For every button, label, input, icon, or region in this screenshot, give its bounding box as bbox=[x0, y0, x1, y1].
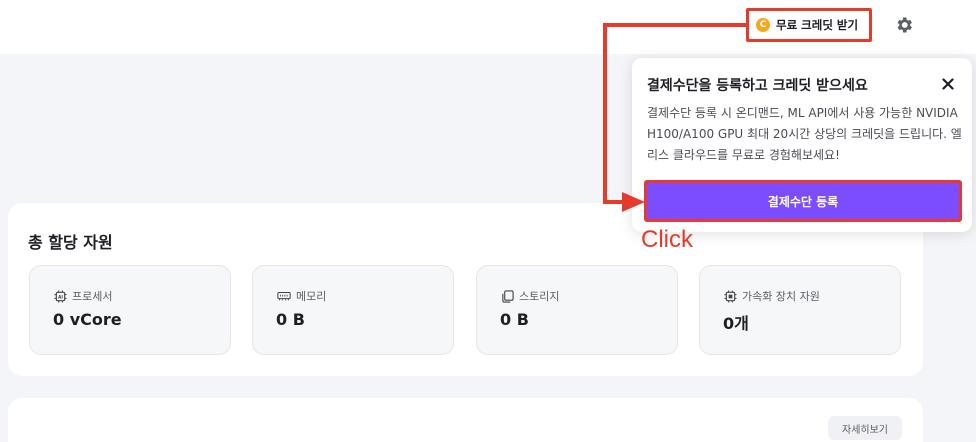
click-annotation: Click bbox=[641, 226, 693, 253]
storage-label: 스토리지 bbox=[519, 290, 560, 303]
payment-credit-popover: 결제수단을 등록하고 크레딧 받으세요 결제수단 등록 시 온디맨드, ML A… bbox=[632, 58, 972, 232]
processor-label: 프로세서 bbox=[72, 290, 113, 303]
cpu-ai-icon: AI bbox=[54, 289, 67, 303]
coin-icon: C bbox=[756, 18, 770, 32]
processor-resource-box: AI 프로세서 0 vCore bbox=[29, 265, 231, 355]
storage-resource-box: 스토리지 0 B bbox=[476, 265, 678, 355]
gear-icon[interactable] bbox=[892, 13, 916, 37]
memory-icon bbox=[277, 291, 291, 301]
close-icon[interactable] bbox=[937, 73, 959, 95]
storage-value: 0 B bbox=[500, 310, 529, 329]
accelerator-label: 가속화 장치 자원 bbox=[742, 290, 820, 303]
svg-text:AI: AI bbox=[58, 294, 63, 299]
memory-label: 메모리 bbox=[296, 290, 327, 303]
accelerator-resource-box: 가속화 장치 자원 0개 bbox=[699, 265, 901, 355]
register-payment-button[interactable]: 결제수단 등록 bbox=[644, 180, 962, 222]
top-bar: C 무료 크레딧 받기 bbox=[0, 0, 976, 54]
detail-button[interactable]: 자세히보기 bbox=[828, 416, 902, 440]
processor-value: 0 vCore bbox=[53, 310, 122, 329]
bottom-card: 자세히보기 bbox=[8, 398, 923, 442]
free-credit-label: 무료 크레딧 받기 bbox=[776, 18, 859, 32]
storage-icon bbox=[502, 289, 514, 303]
chip-icon bbox=[724, 289, 737, 303]
allocation-title: 총 할당 자원 bbox=[28, 233, 113, 252]
popover-title: 결제수단을 등록하고 크레딧 받으세요 bbox=[647, 78, 868, 94]
memory-value: 0 B bbox=[276, 310, 305, 329]
popover-body: 결제수단 등록 시 온디맨드, ML API에서 사용 가능한 NVIDIA H… bbox=[647, 106, 962, 162]
accelerator-value: 0개 bbox=[723, 314, 749, 333]
free-credit-button[interactable]: C 무료 크레딧 받기 bbox=[746, 8, 872, 42]
memory-resource-box: 메모리 0 B bbox=[252, 265, 454, 355]
